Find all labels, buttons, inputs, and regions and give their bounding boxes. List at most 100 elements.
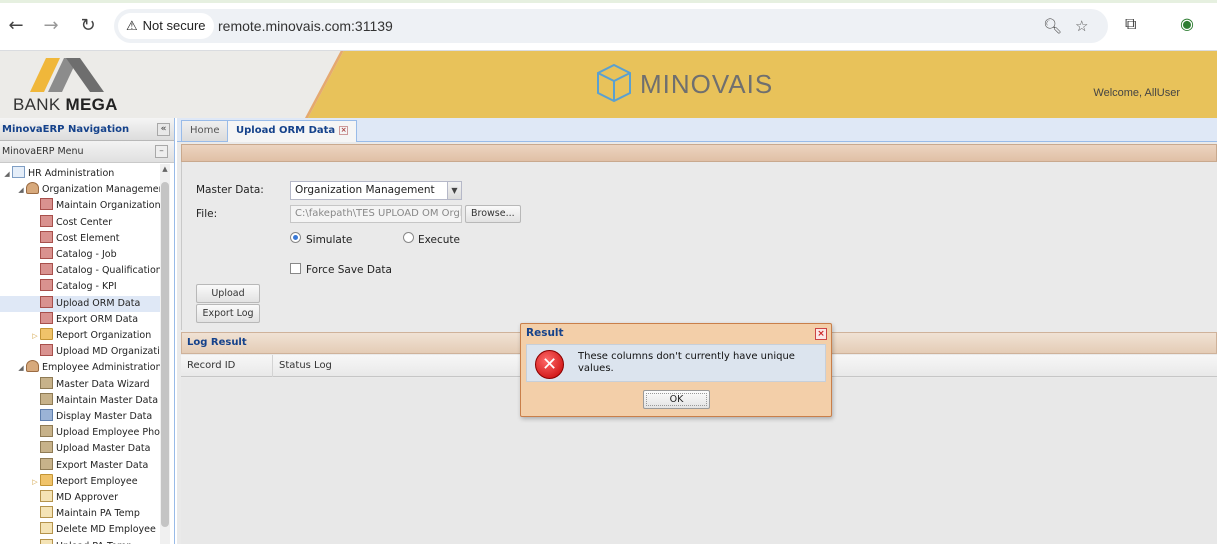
tree-item-label: Cost Center [56, 216, 113, 228]
tree-item-label: MD Approver [56, 492, 118, 503]
tree-item[interactable]: Upload Master Data [0, 441, 160, 457]
cube-icon [597, 63, 631, 103]
tree-item[interactable]: Maintain Organization S [0, 198, 160, 214]
doc-icon [40, 263, 53, 276]
tree-item-label: Upload Employee Phot [56, 427, 160, 439]
user-icon [26, 182, 39, 195]
execute-label: Execute [418, 234, 460, 246]
browser-toolbar: ← → ↻ ⚠ Not secure remote.minovais.com:31… [0, 0, 1217, 51]
collapsed-arrow-icon[interactable]: ▷ [30, 328, 40, 344]
collapsed-arrow-icon[interactable]: ▷ [30, 474, 40, 490]
scrollbar-thumb[interactable] [161, 182, 169, 527]
browse-button[interactable]: Browse... [465, 205, 521, 223]
execute-radio[interactable] [403, 232, 414, 243]
bank-mega-logo-icon [30, 58, 104, 92]
tree-item[interactable]: Maintain Master Data [0, 392, 160, 409]
tree-item[interactable]: ▷ Report Organization [0, 328, 160, 344]
reload-icon[interactable]: ↻ [76, 14, 100, 38]
tree-item[interactable]: Cost Element [0, 230, 160, 247]
tree-item[interactable]: Upload MD Organizatic [0, 344, 160, 360]
tree-item[interactable]: Display Master Data [0, 409, 160, 425]
dialog-message-area: ✕ These columns don't currently have uni… [526, 344, 826, 382]
close-tab-icon[interactable]: × [339, 126, 349, 135]
tree-item[interactable]: Catalog - KPI [0, 279, 160, 295]
tree-item[interactable]: Maintain PA Temp [0, 506, 160, 522]
tree-scrollbar[interactable]: ▲ [160, 164, 170, 544]
list-icon [40, 522, 53, 535]
tree-item-label: Upload MD Organizatic [56, 346, 160, 358]
menu-tree: ◢ HR Administration ◢ Organization Manageme… [0, 164, 160, 544]
security-label: Not secure [142, 18, 206, 33]
collapse-menu-icon[interactable]: – [155, 145, 168, 158]
browser-tab-strip-edge [0, 0, 1217, 3]
url-text[interactable]: remote.minovais.com:31139 [218, 9, 393, 43]
profile-avatar-icon[interactable]: ◉ [1180, 14, 1194, 33]
tree-item-label: Organization Management [42, 184, 160, 196]
tree-item[interactable]: Catalog - Qualification [0, 263, 160, 279]
tree-item[interactable]: Cost Center [0, 214, 160, 231]
product-logo: MINOVAIS [595, 61, 772, 105]
address-bar[interactable]: ⚠ Not secure remote.minovais.com:31139 🔍︎… [114, 9, 1108, 43]
menu-header[interactable]: MinovaERP Menu – [0, 141, 174, 163]
file-path-field[interactable]: C:\fakepath\TES UPLOAD OM Orgl [290, 205, 462, 223]
force-save-checkbox[interactable] [290, 263, 301, 274]
tree-item[interactable]: Catalog - Job [0, 247, 160, 263]
tree-item[interactable]: Export Master Data [0, 457, 160, 474]
forward-arrow-icon[interactable]: → [39, 14, 63, 38]
extensions-puzzle-icon[interactable]: ⧉ [1125, 14, 1136, 34]
tree-item[interactable]: Upload Employee Phot [0, 425, 160, 441]
tree-item[interactable]: ◢ Organization Management [0, 182, 160, 198]
close-icon[interactable]: × [815, 328, 827, 340]
tree-item[interactable]: Upload ORM Data [0, 295, 160, 312]
tree-item-label: Report Employee [56, 475, 138, 487]
doc-icon [40, 279, 53, 292]
tab-home-label: Home [190, 125, 220, 136]
form-panel-header [181, 144, 1217, 162]
column-record-id[interactable]: Record ID [181, 355, 273, 377]
tree-item-label: Display Master Data [56, 411, 153, 422]
doc-icon [40, 214, 53, 227]
tree-item[interactable]: ◢ HR Administration [0, 166, 160, 182]
upload-data-button[interactable]: Upload Data [196, 284, 260, 316]
tree-item[interactable]: ◢ Employee Administration [0, 360, 160, 376]
doc-icon [40, 311, 53, 324]
security-indicator[interactable]: ⚠ Not secure [118, 13, 214, 39]
bank-name-bold: MEGA [65, 95, 118, 114]
collapse-left-icon[interactable]: « [157, 123, 170, 136]
product-name: MINOVAIS [640, 69, 774, 99]
dialog-title: Result [526, 327, 564, 339]
tab-home[interactable]: Home [181, 120, 229, 141]
tree-item[interactable]: Master Data Wizard [0, 376, 160, 393]
upload-form: Master Data: Organization Management ▼ F… [181, 162, 1217, 330]
welcome-text: Welcome, AllUser [1093, 87, 1180, 99]
tree-item[interactable]: Upload PA Temp [0, 538, 160, 544]
tab-upload-orm-data[interactable]: Upload ORM Data × [227, 120, 358, 142]
doc-icon [40, 247, 53, 259]
expanded-arrow-icon[interactable]: ◢ [2, 166, 12, 182]
scroll-up-arrow-icon[interactable]: ▲ [160, 164, 170, 174]
master-data-value: Organization Management [295, 184, 435, 196]
tree-item[interactable]: ▷ Report Employee [0, 473, 160, 490]
expanded-arrow-icon[interactable]: ◢ [16, 182, 26, 198]
ok-button[interactable]: OK [643, 390, 710, 409]
edit-icon [40, 425, 53, 438]
edit-icon [40, 376, 53, 389]
edit-icon [40, 392, 53, 405]
navigation-panel: MinovaERP Navigation « MinovaERP Menu – … [0, 118, 175, 544]
master-data-select[interactable]: Organization Management ▼ [290, 181, 462, 200]
chevron-down-icon[interactable]: ▼ [447, 182, 461, 199]
tree-item[interactable]: MD Approver [0, 490, 160, 506]
export-log-button[interactable]: Export Log [196, 304, 260, 323]
tree-item-label: Delete MD Employee [56, 524, 156, 536]
back-arrow-icon[interactable]: ← [4, 14, 28, 38]
expanded-arrow-icon[interactable]: ◢ [16, 360, 26, 376]
tree-item[interactable]: Export ORM Data [0, 311, 160, 328]
tree-item-label: Maintain Master Data [56, 394, 159, 406]
simulate-radio[interactable] [290, 232, 301, 243]
bookmark-star-icon[interactable]: ☆ [1075, 9, 1088, 43]
zoom-icon[interactable]: 🔍︎ [1043, 9, 1062, 43]
folder-icon [40, 473, 53, 486]
tree-item-label: Catalog - Qualification [56, 265, 160, 277]
list-icon [40, 506, 53, 519]
tree-item[interactable]: Delete MD Employee [0, 522, 160, 538]
